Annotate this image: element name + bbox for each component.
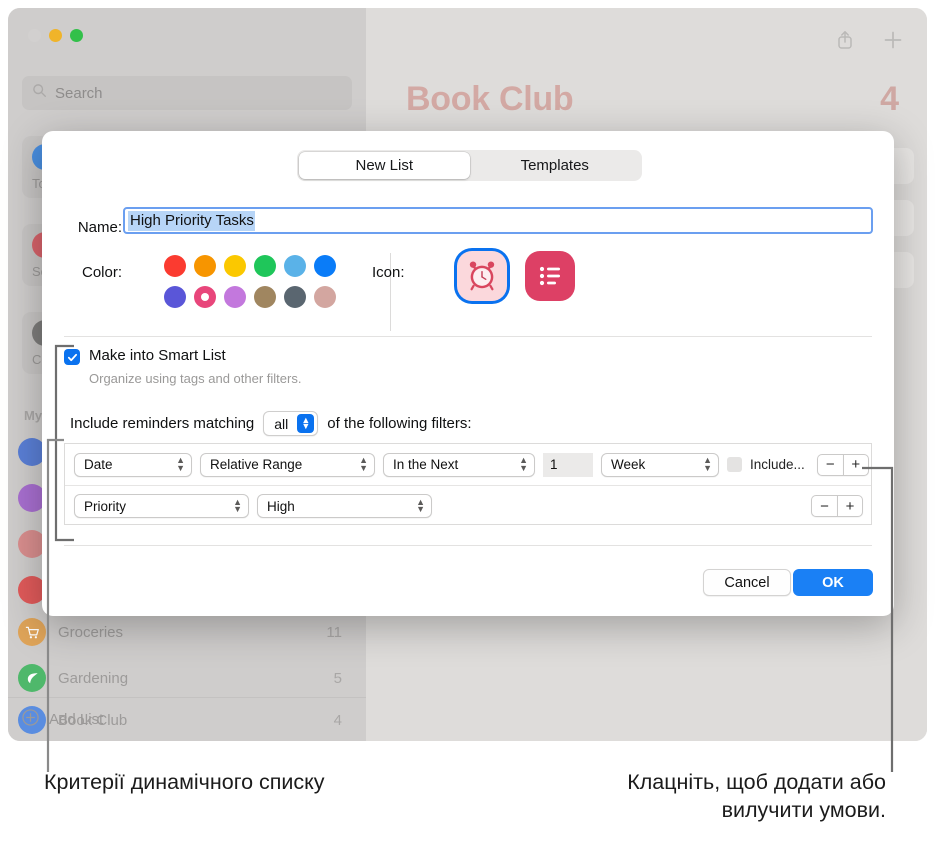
include-checkbox[interactable] bbox=[727, 457, 742, 472]
color-swatch-pink-selected[interactable] bbox=[194, 286, 216, 308]
tab-templates[interactable]: Templates bbox=[470, 152, 641, 179]
name-label: Name: bbox=[56, 219, 122, 236]
chevron-updown-icon: ▲▼ bbox=[416, 499, 425, 513]
remove-filter-button[interactable]: − bbox=[817, 454, 843, 476]
color-label: Color: bbox=[56, 264, 122, 281]
make-smart-list-subtitle: Organize using tags and other filters. bbox=[89, 371, 301, 386]
name-input[interactable]: High Priority Tasks bbox=[123, 207, 873, 234]
color-swatch-indigo[interactable] bbox=[164, 286, 186, 308]
color-swatch-green[interactable] bbox=[254, 255, 276, 277]
ok-button[interactable]: OK bbox=[793, 569, 873, 596]
filter-field-value: Priority bbox=[84, 499, 126, 514]
page-count: 4 bbox=[880, 80, 899, 119]
callout-right-text: Клацніть, щоб додати або вилучити умови. bbox=[556, 768, 886, 825]
remove-filter-button[interactable]: − bbox=[811, 495, 837, 517]
filter-add-remove-group[interactable]: − + bbox=[817, 454, 869, 476]
leaf-icon bbox=[18, 664, 46, 692]
section-divider bbox=[64, 336, 872, 337]
add-reminder-icon[interactable] bbox=[883, 30, 903, 55]
page-title: Book Club bbox=[406, 80, 573, 119]
make-smart-list-row[interactable]: Make into Smart List bbox=[64, 347, 226, 365]
match-type-value: all bbox=[274, 416, 288, 432]
match-type-select[interactable]: all ▲▼ bbox=[263, 411, 318, 436]
cart-icon bbox=[18, 618, 46, 646]
color-swatch-grid[interactable] bbox=[164, 255, 349, 317]
chevron-updown-icon: ▲▼ bbox=[359, 457, 368, 471]
search-icon bbox=[32, 83, 47, 103]
filter-relation-select[interactable]: In the Next ▲▼ bbox=[383, 453, 535, 477]
color-swatch-yellow[interactable] bbox=[224, 255, 246, 277]
footer-divider bbox=[64, 545, 872, 546]
window-traffic-lights[interactable] bbox=[28, 29, 83, 42]
name-input-value: High Priority Tasks bbox=[128, 211, 255, 231]
chevron-updown-icon: ▲▼ bbox=[519, 457, 528, 471]
dialog-tabs[interactable]: New List Templates bbox=[297, 150, 642, 181]
add-list-label: Add List bbox=[49, 711, 103, 728]
match-prefix-label: Include reminders matching bbox=[70, 415, 254, 432]
icon-label: Icon: bbox=[372, 264, 438, 281]
filter-comparator-select[interactable]: Relative Range ▲▼ bbox=[200, 453, 375, 477]
plus-circle-icon bbox=[22, 709, 39, 731]
callout-left-text: Критерії динамічного списку bbox=[44, 768, 364, 796]
color-swatch-red[interactable] bbox=[164, 255, 186, 277]
add-filter-button[interactable]: + bbox=[837, 495, 863, 517]
filter-unit-select[interactable]: Week ▲▼ bbox=[601, 453, 719, 477]
share-icon[interactable] bbox=[836, 30, 854, 55]
chevron-updown-icon: ▲▼ bbox=[176, 457, 185, 471]
color-swatch-brown[interactable] bbox=[254, 286, 276, 308]
cancel-button[interactable]: Cancel bbox=[703, 569, 791, 596]
list-name: Groceries bbox=[58, 624, 326, 641]
chevron-updown-icon: ▲▼ bbox=[703, 457, 712, 471]
filter-value-value: High bbox=[267, 499, 295, 514]
color-swatch-purple[interactable] bbox=[224, 286, 246, 308]
filter-row: Priority ▲▼ High ▲▼ − + bbox=[65, 485, 871, 526]
color-swatch-blue[interactable] bbox=[314, 255, 336, 277]
color-swatch-orange[interactable] bbox=[194, 255, 216, 277]
make-smart-list-label: Make into Smart List bbox=[89, 347, 226, 364]
list-count: 11 bbox=[326, 624, 356, 641]
filter-amount-input[interactable]: 1 bbox=[543, 453, 593, 477]
add-filter-button[interactable]: + bbox=[843, 454, 869, 476]
list-item-groceries[interactable]: Groceries 11 bbox=[18, 612, 356, 652]
alarm-clock-icon[interactable] bbox=[457, 251, 507, 301]
add-list-button[interactable]: Add List bbox=[8, 697, 366, 741]
color-swatch-rose[interactable] bbox=[314, 286, 336, 308]
filter-relation-value: In the Next bbox=[393, 457, 458, 472]
tab-new-list[interactable]: New List bbox=[299, 152, 470, 179]
search-input[interactable]: Search bbox=[22, 76, 352, 110]
close-window-button[interactable] bbox=[28, 29, 41, 42]
bulleted-list-icon[interactable] bbox=[525, 251, 575, 301]
match-rule-row: Include reminders matching all ▲▼ of the… bbox=[70, 411, 472, 436]
filters-box: Date ▲▼ Relative Range ▲▼ In the Next ▲▼… bbox=[64, 443, 872, 525]
filter-comparator-value: Relative Range bbox=[210, 457, 302, 472]
color-swatch-gray[interactable] bbox=[284, 286, 306, 308]
list-name: Gardening bbox=[58, 670, 334, 687]
new-list-dialog: New List Templates Name: High Priority T… bbox=[42, 131, 894, 616]
chevron-updown-icon: ▲▼ bbox=[233, 499, 242, 513]
filter-unit-value: Week bbox=[611, 457, 645, 472]
filter-value-select[interactable]: High ▲▼ bbox=[257, 494, 432, 518]
chevron-updown-icon: ▲▼ bbox=[297, 414, 314, 433]
include-label: Include... bbox=[750, 457, 805, 472]
maximize-window-button[interactable] bbox=[70, 29, 83, 42]
minimize-window-button[interactable] bbox=[49, 29, 62, 42]
color-swatch-light-blue[interactable] bbox=[284, 255, 306, 277]
filter-field-select[interactable]: Priority ▲▼ bbox=[74, 494, 249, 518]
filter-field-value: Date bbox=[84, 457, 113, 472]
make-smart-list-checkbox[interactable] bbox=[64, 349, 80, 365]
list-item-gardening[interactable]: Gardening 5 bbox=[18, 658, 356, 698]
filter-field-select[interactable]: Date ▲▼ bbox=[74, 453, 192, 477]
match-suffix-label: of the following filters: bbox=[327, 415, 471, 432]
filter-add-remove-group[interactable]: − + bbox=[811, 495, 863, 517]
filter-row: Date ▲▼ Relative Range ▲▼ In the Next ▲▼… bbox=[65, 444, 871, 485]
icon-picker[interactable] bbox=[457, 251, 575, 301]
search-placeholder: Search bbox=[55, 85, 103, 102]
list-count: 5 bbox=[334, 670, 356, 687]
